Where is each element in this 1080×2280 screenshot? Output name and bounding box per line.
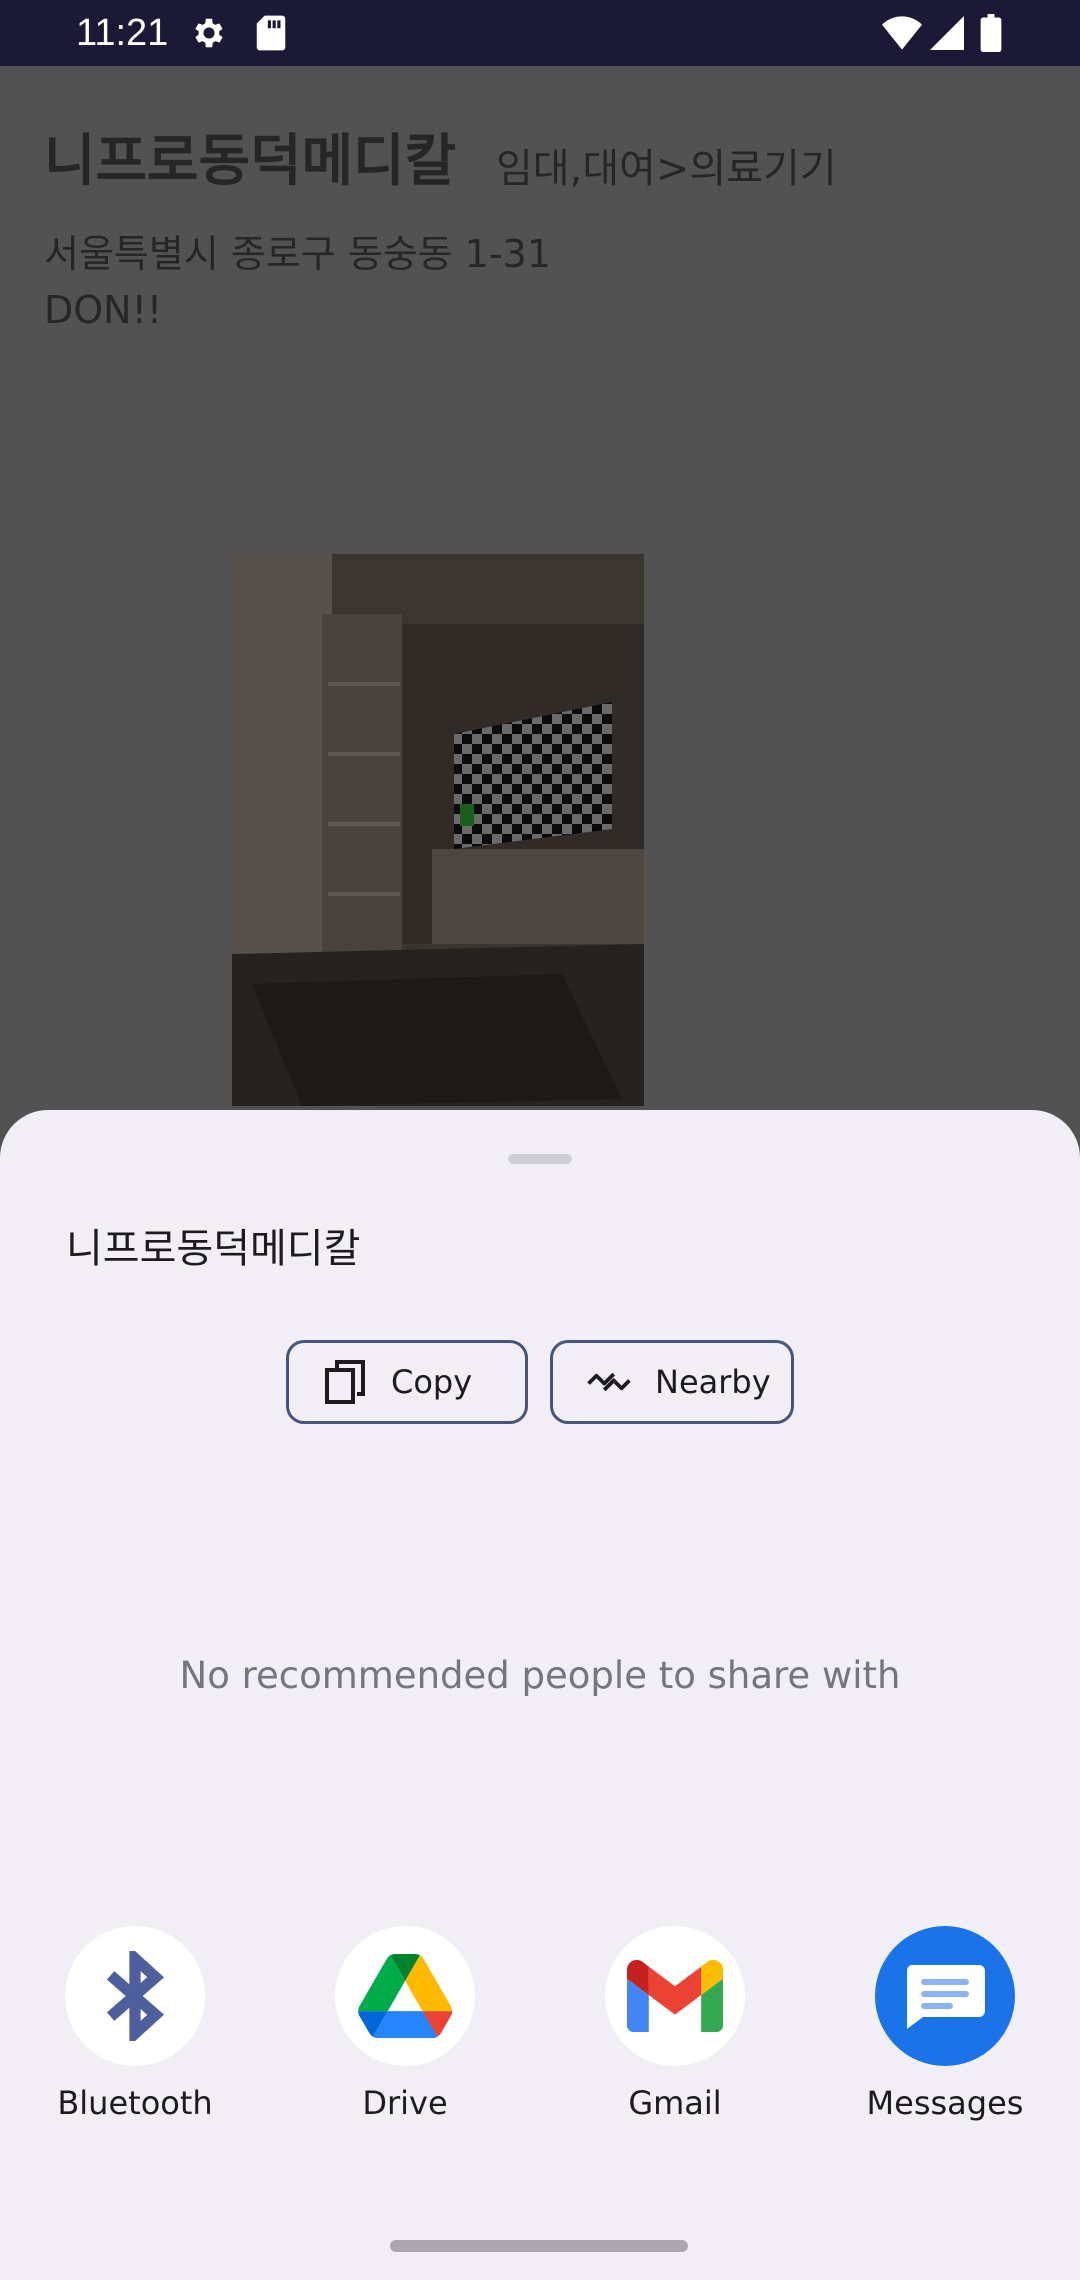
status-time: 11:21	[76, 12, 169, 54]
status-bar: 11:21	[0, 0, 1080, 66]
bluetooth-label: Bluetooth	[57, 2084, 213, 2122]
messages-icon	[875, 1926, 1015, 2066]
place-address: 서울특별시 종로구 동숭동 1-31	[44, 232, 552, 276]
copy-label: Copy	[391, 1363, 473, 1401]
no-recommended-people-text: No recommended people to share with	[179, 1654, 901, 1697]
sd-card-icon	[254, 14, 288, 56]
drive-label: Drive	[362, 2084, 448, 2122]
place-category: 임대,대여>의료기기	[496, 146, 837, 192]
nearby-label: Nearby	[655, 1363, 771, 1401]
gmail-icon	[605, 1926, 745, 2066]
copy-icon	[323, 1358, 367, 1406]
nearby-button[interactable]: Nearby	[550, 1340, 794, 1424]
messages-label: Messages	[866, 2084, 1024, 2122]
settings-icon	[190, 14, 228, 56]
place-detail: 니프로동덕메디칼 임대,대여>의료기기 서울특별시 종로구 동숭동 1-31 D…	[0, 66, 1080, 1116]
bluetooth-app-icon	[65, 1926, 205, 2066]
signal-icon	[930, 16, 964, 54]
share-sheet-title: 니프로동덕메디칼	[66, 1226, 361, 1272]
gesture-nav-handle[interactable]	[390, 2240, 688, 2252]
drive-icon	[335, 1926, 475, 2066]
place-address-block: 서울특별시 종로구 동숭동 1-31 DON!!	[44, 226, 551, 338]
battery-icon	[980, 14, 1002, 56]
copy-button[interactable]: Copy	[286, 1340, 528, 1424]
share-target-drive[interactable]: Drive	[315, 1926, 495, 2146]
place-note: DON!!	[44, 288, 163, 332]
share-sheet: 니프로동덕메디칼 Copy Nearby No recommended peop…	[0, 1110, 1080, 2280]
screen: 11:21 니프로동덕메디칼 임대,대여>의료기기 서울특별시 종로구 동숭동 …	[0, 0, 1080, 2280]
share-target-gmail[interactable]: Gmail	[585, 1926, 765, 2146]
place-photo	[232, 554, 644, 1106]
share-target-messages[interactable]: Messages	[855, 1926, 1035, 2146]
sheet-drag-handle[interactable]	[508, 1154, 572, 1164]
share-target-bluetooth[interactable]: Bluetooth	[45, 1926, 225, 2146]
wifi-icon	[882, 16, 922, 54]
gmail-label: Gmail	[628, 2084, 722, 2122]
nearby-share-icon	[587, 1367, 631, 1397]
place-name: 니프로동덕메디칼	[44, 129, 457, 194]
